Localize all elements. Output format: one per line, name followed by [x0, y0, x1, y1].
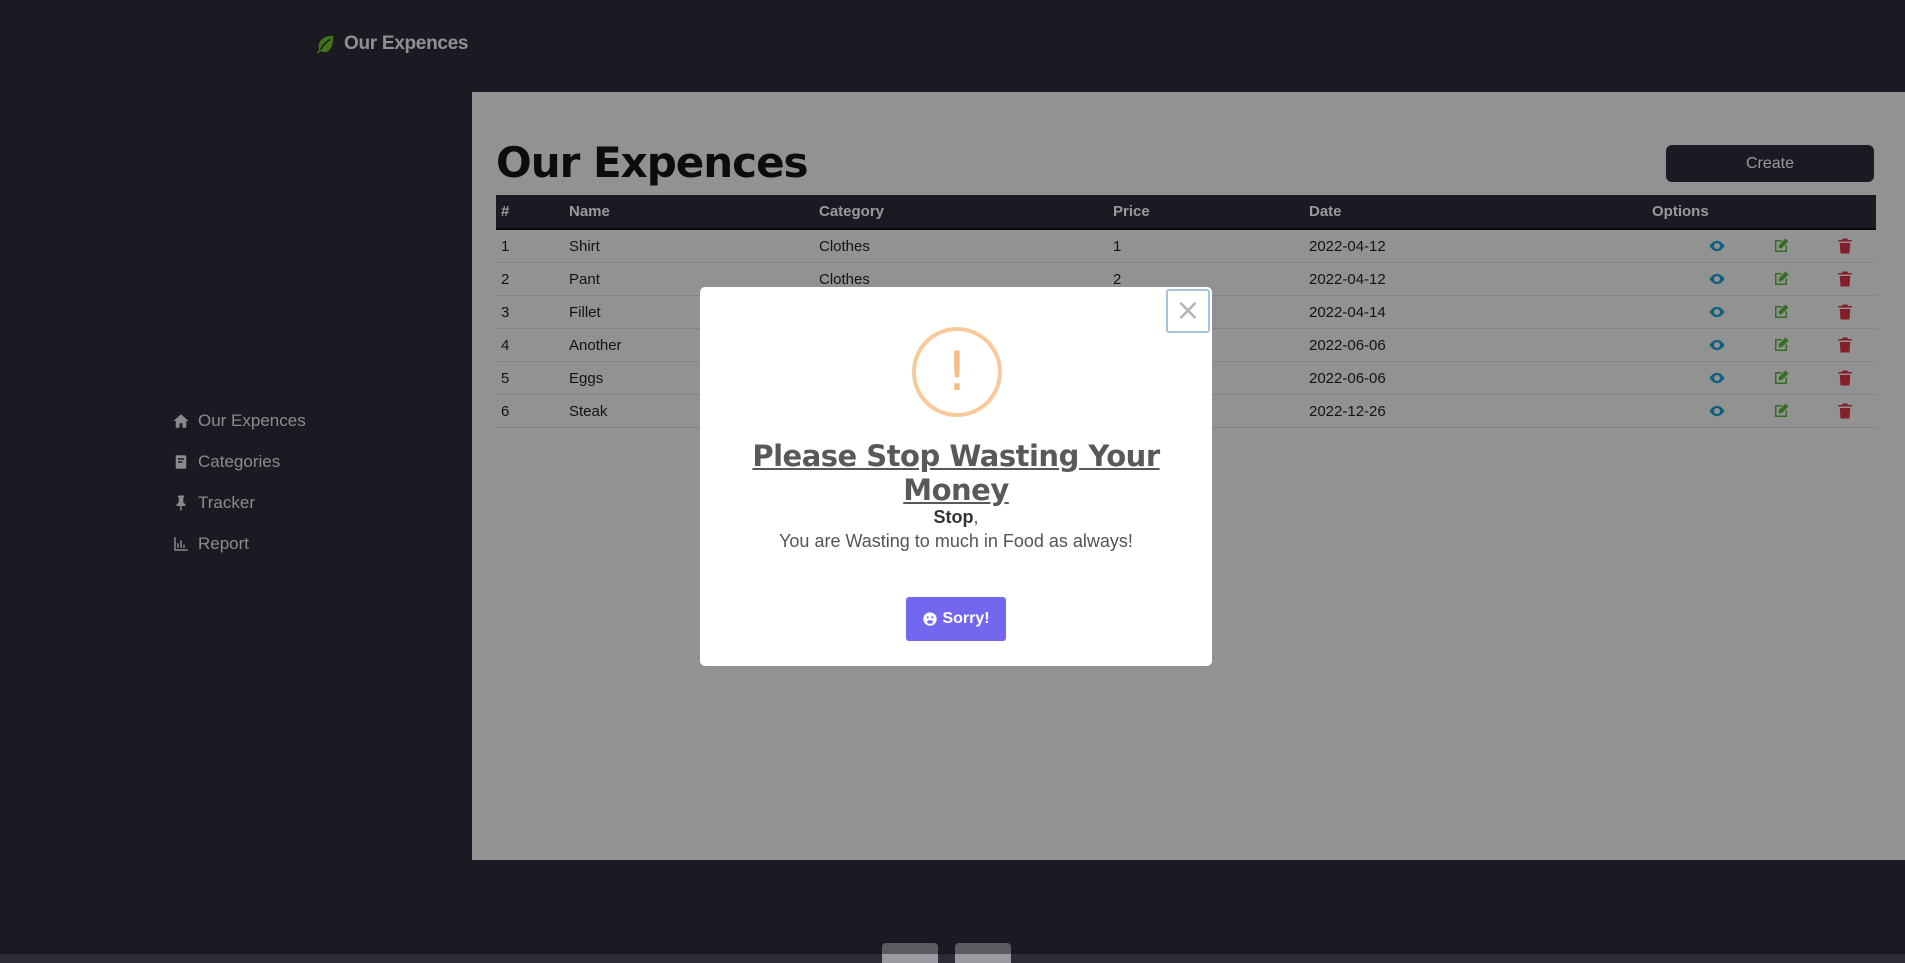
modal-message-comma: , [973, 507, 979, 527]
modal-message-strong: Stop [933, 507, 974, 527]
warning-icon: ! [912, 327, 1002, 417]
close-button[interactable]: × [1166, 289, 1210, 333]
modal-message-line: You are Wasting to much in Food as alway… [779, 531, 1133, 551]
alert-modal: × ! Please Stop Wasting Your Money Stop,… [700, 287, 1212, 666]
modal-title: Please Stop Wasting Your Money [752, 439, 1160, 507]
modal-message: Stop, You are Wasting to much in Food as… [700, 505, 1212, 553]
sorry-button[interactable]: Sorry! [906, 597, 1006, 641]
sorry-button-label: Sorry! [942, 610, 990, 627]
sad-face-icon [923, 612, 938, 626]
